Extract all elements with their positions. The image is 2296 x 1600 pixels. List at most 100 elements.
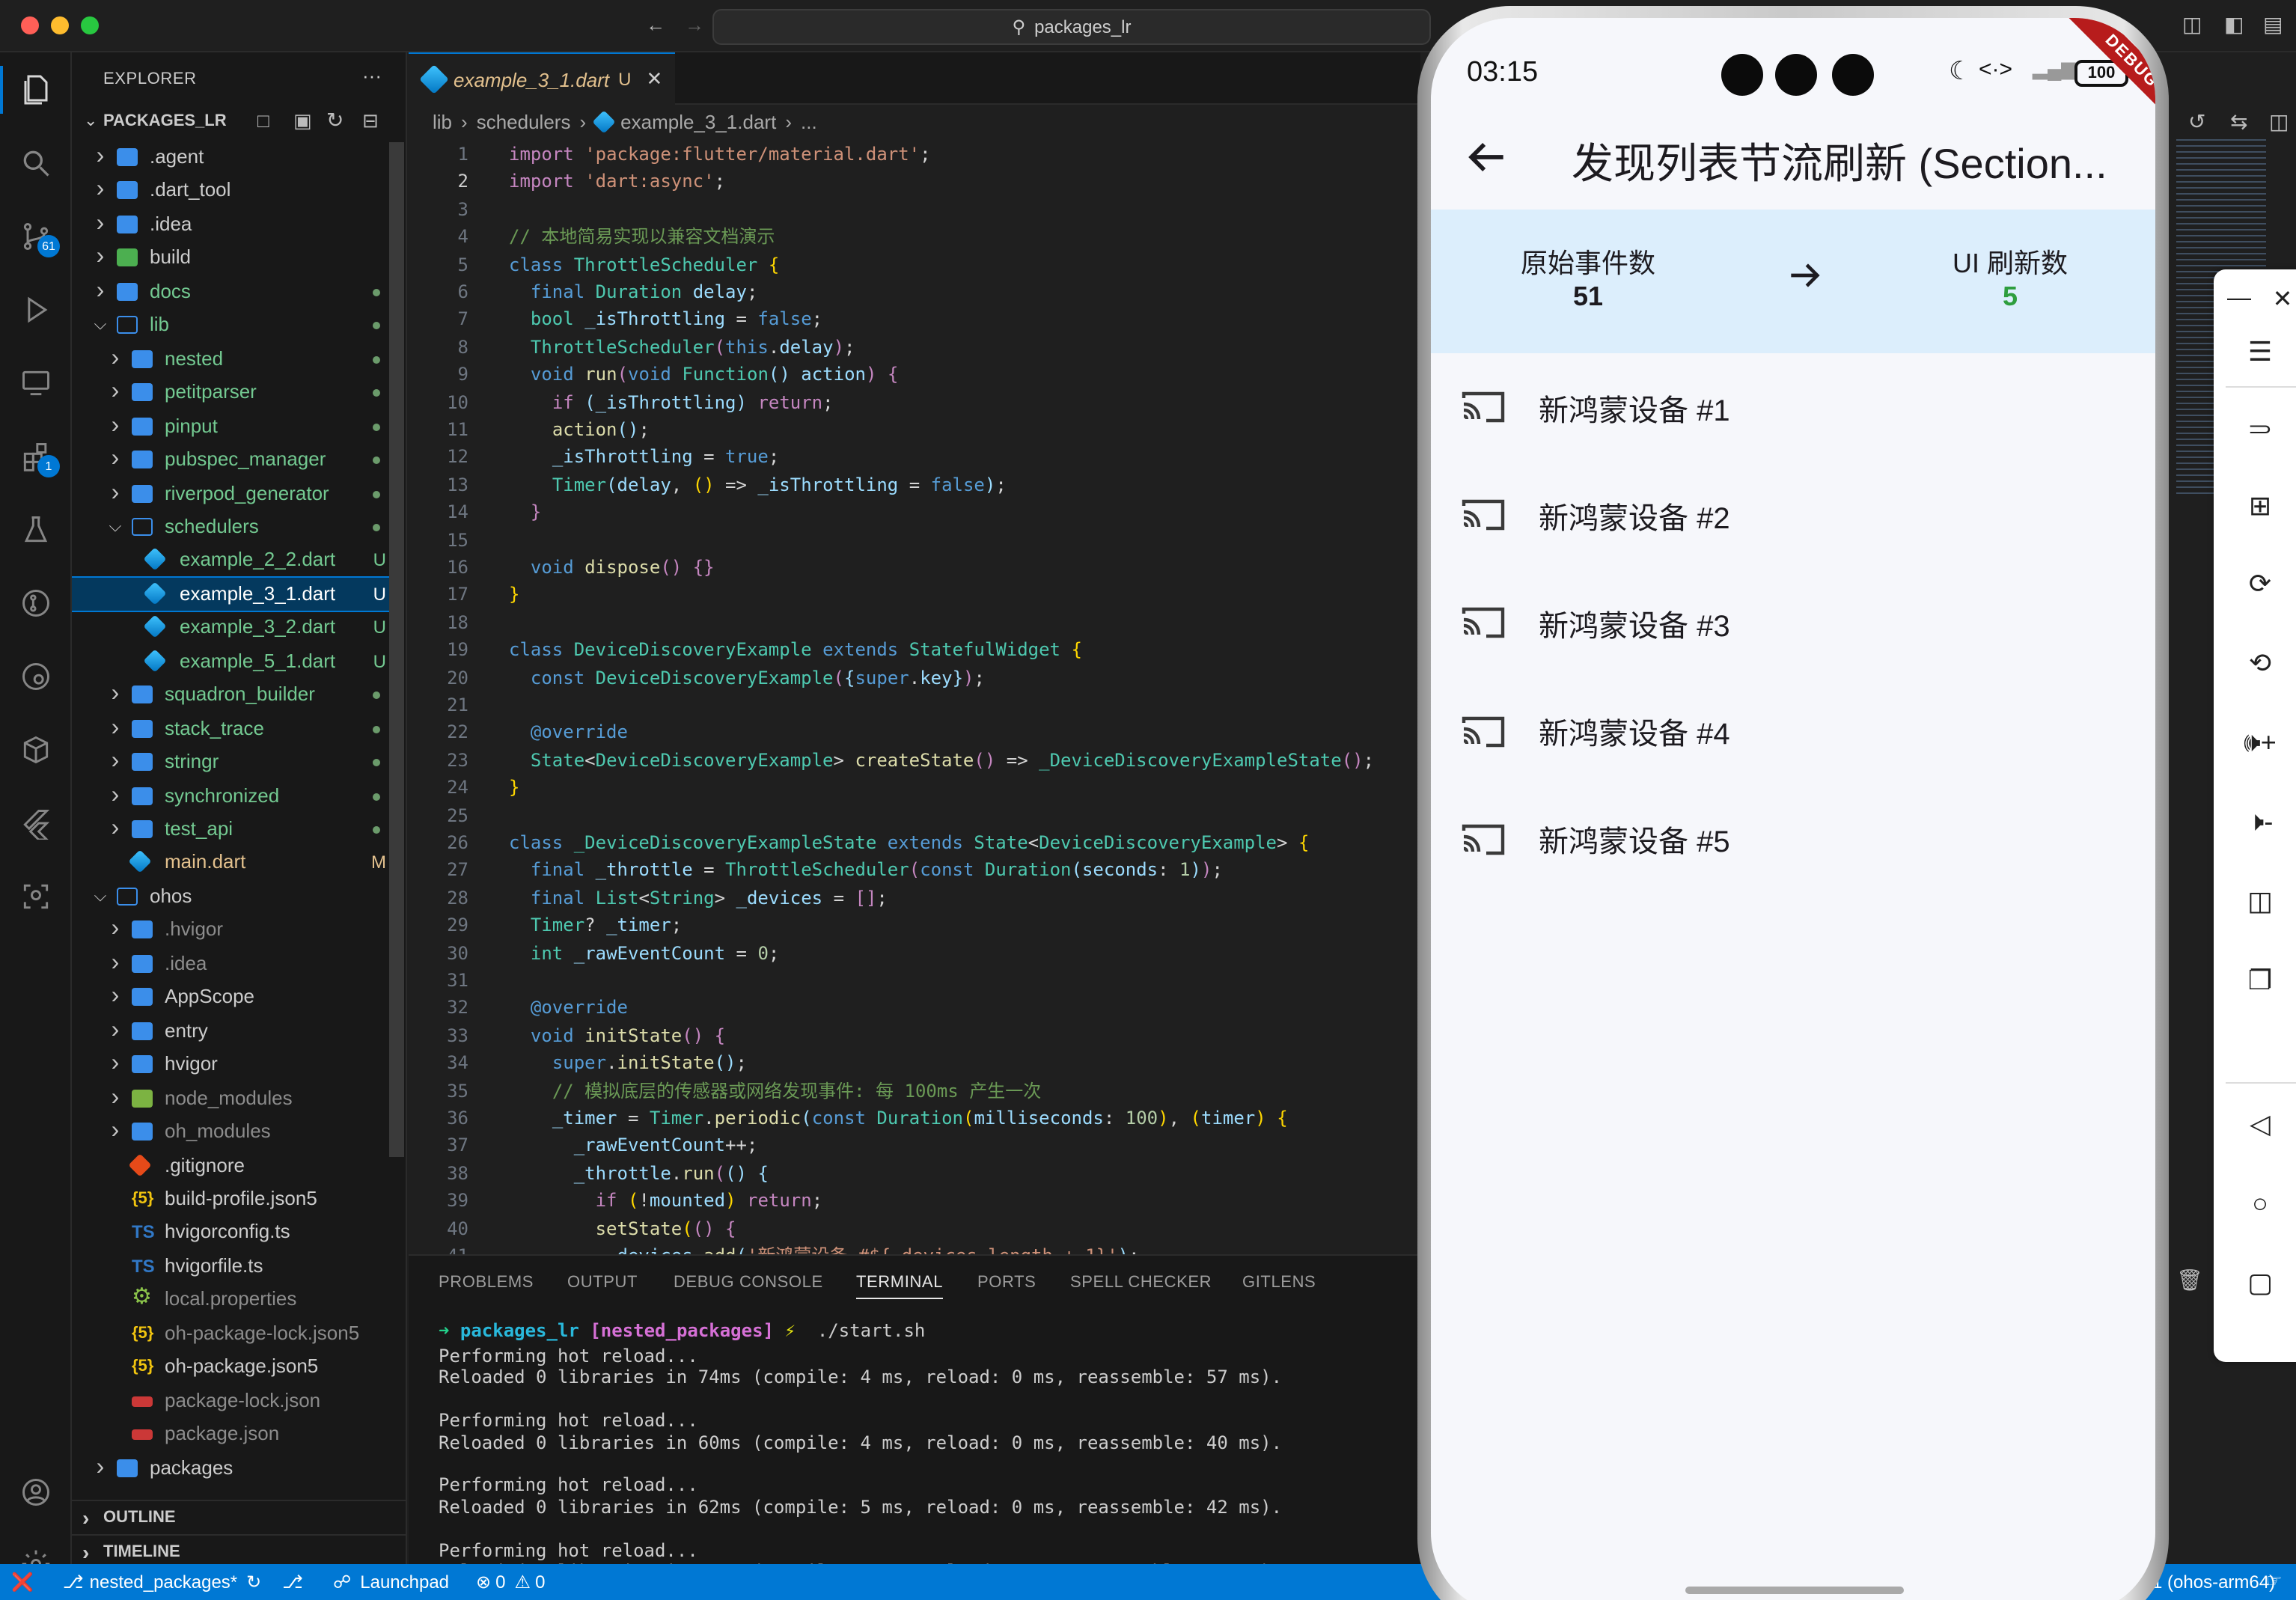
panel-tab-ports[interactable]: PORTS [977,1274,1036,1292]
remote-indicator-icon[interactable]: ❌ [0,1572,45,1593]
tree-folder[interactable]: › AppScope [72,981,398,1014]
list-item[interactable]: 新鸿蒙设备 #1 [1431,353,2155,461]
panel-tab-debug-console[interactable]: DEBUG CONSOLE [674,1274,823,1292]
split-editor-icon[interactable]: ◫ [2269,109,2289,135]
trash-icon[interactable]: 🗑 [2176,1268,2203,1293]
list-item[interactable]: 新鸿蒙设备 #5 [1431,786,2155,894]
tree-file[interactable]: package.json [72,1417,398,1450]
tree-folder[interactable]: › build [72,242,398,275]
nav-back-icon[interactable]: ◁ [2238,1102,2283,1146]
terminal-output[interactable]: Performing hot reload... Reloaded 0 libra… [439,1346,1282,1583]
close-icon[interactable]: ✕ [2260,277,2296,322]
error-count[interactable]: 0 [495,1572,505,1593]
tree-file[interactable]: {5} oh-package.json5 [72,1350,398,1383]
nav-recent-icon[interactable]: ▢ [2238,1260,2283,1305]
tree-folder[interactable]: › petitparser [72,376,398,409]
tree-folder[interactable]: › stack_trace [72,712,398,745]
testing-flask-icon[interactable] [12,506,60,554]
breadcrumb-symbol[interactable]: ... [801,110,817,132]
layout-toggle-icon[interactable]: ◫ [2182,12,2202,37]
volume-up-icon[interactable]: 🕪+ [2238,720,2283,765]
tree-folder[interactable]: › .agent [72,141,398,174]
tree-folder[interactable]: ⌵ lib [72,309,398,342]
volume-down-icon[interactable]: 🕨- [2238,799,2283,844]
panel-tab-output[interactable]: OUTPUT [567,1274,638,1292]
notification-bell-icon[interactable]: ☞ [2266,1570,2283,1591]
tree-folder[interactable]: › node_modules [72,1081,398,1114]
tree-folder[interactable]: › test_api [72,813,398,846]
tree-scrollbar[interactable] [389,142,404,1157]
crop-icon[interactable]: ⊞ [2238,483,2283,528]
tree-file[interactable]: ⚙ local.properties [72,1283,398,1316]
close-window-button[interactable] [21,16,39,34]
home-indicator[interactable] [1685,1587,1904,1594]
search-icon[interactable] [12,139,60,187]
tree-folder[interactable]: › nested [72,342,398,375]
extensions-icon[interactable]: 1 [12,433,60,480]
run-debug-icon[interactable] [12,286,60,334]
explorer-icon[interactable] [0,66,72,114]
pin-off-icon[interactable]: ⥰ [2238,404,2283,449]
device-inspector-icon[interactable] [12,873,60,920]
tree-folder[interactable]: › synchronized [72,779,398,812]
new-file-icon[interactable]: □ [257,109,269,132]
section-outline[interactable]: › OUTLINE [72,1500,407,1533]
tree-folder[interactable]: › .idea [72,947,398,980]
list-item[interactable]: 新鸿蒙设备 #3 [1431,570,2155,677]
breadcrumb-lib[interactable]: lib [433,110,452,132]
command-center-search[interactable]: ⚲ packages_lr [712,9,1431,45]
account-icon[interactable] [12,1468,60,1516]
gitlens-icon[interactable] [12,579,60,627]
code-editor[interactable]: 1 2 3 4 5 6 7 8 9 10 11 12 13 14 15 16 17 18 19 20 21 22 23 24 2… [409,138,1420,1254]
tree-file[interactable]: TS hvigorfile.ts [72,1250,398,1283]
history-icon[interactable]: ↺ [2188,109,2205,135]
branch-name[interactable]: nested_packages* [90,1572,238,1593]
tree-folder[interactable]: › .dart_tool [72,174,398,207]
tree-folder[interactable]: › oh_modules [72,1115,398,1148]
compare-icon[interactable]: ⇆ [2230,109,2247,135]
workspace-root-header[interactable]: ⌄ PACKAGES_LR □ ▣ ↻ ⊟ [72,106,407,139]
close-tab-icon[interactable]: ✕ [647,67,663,91]
minimize-icon[interactable]: — [2217,277,2262,322]
tree-folder[interactable]: › packages [72,1451,398,1484]
tree-folder[interactable]: › entry [72,1014,398,1047]
tree-file[interactable]: package-lock.json [72,1384,398,1417]
new-folder-icon[interactable]: ▣ [293,109,312,133]
tree-folder[interactable]: › pinput [72,409,398,442]
flutter-icon[interactable] [12,799,60,847]
toggle-panel-icon[interactable]: ▤ [2263,12,2283,37]
tree-folder[interactable]: › docs [72,275,398,308]
nav-home-icon[interactable]: ○ [2238,1181,2283,1226]
forward-arrow-icon[interactable]: → [683,13,706,37]
zoom-window-button[interactable] [81,16,99,34]
sync-icon[interactable]: ↻ [246,1572,261,1593]
collapse-all-icon[interactable]: ⊟ [362,109,379,133]
panel-tab-gitlens[interactable]: GITLENS [1242,1274,1316,1292]
refresh-icon[interactable]: ↻ [326,108,344,133]
fold-icon[interactable]: ❐ [2238,958,2283,1003]
gitlens-inspect-icon[interactable] [12,653,60,700]
tree-file[interactable]: example_3_2.dart U [72,611,398,644]
rotate-icon[interactable]: ⟳ [2238,561,2283,606]
more-actions-icon[interactable]: ··· [362,64,382,87]
tree-file[interactable]: main.dart M [72,846,398,879]
warning-count[interactable]: 0 [535,1572,545,1593]
tree-file[interactable]: .gitignore [72,1149,398,1182]
tree-file[interactable]: example_5_1.dart U [72,645,398,678]
toggle-sidebar-icon[interactable]: ◧ [2224,12,2244,37]
tree-folder[interactable]: › riverpod_generator [72,477,398,510]
tree-folder[interactable]: › stringr [72,745,398,778]
source-control-icon[interactable]: 61 [12,213,60,260]
tree-folder[interactable]: ⌵ schedulers [72,510,398,543]
shake-icon[interactable]: ◫ [2238,879,2283,923]
launchpad-label[interactable]: Launchpad [360,1572,449,1593]
back-arrow-icon[interactable]: ← [644,13,668,37]
tree-file[interactable]: {5} build-profile.json5 [72,1182,398,1215]
tree-folder[interactable]: ⌵ ohos [72,880,398,913]
tree-folder[interactable]: › hvigor [72,1048,398,1081]
list-item[interactable]: 新鸿蒙设备 #2 [1431,461,2155,569]
tree-file[interactable]: TS hvigorconfig.ts [72,1216,398,1249]
containers-icon[interactable] [12,726,60,774]
back-arrow-icon[interactable] [1461,132,1512,183]
panel-tab-problems[interactable]: PROBLEMS [439,1274,534,1292]
